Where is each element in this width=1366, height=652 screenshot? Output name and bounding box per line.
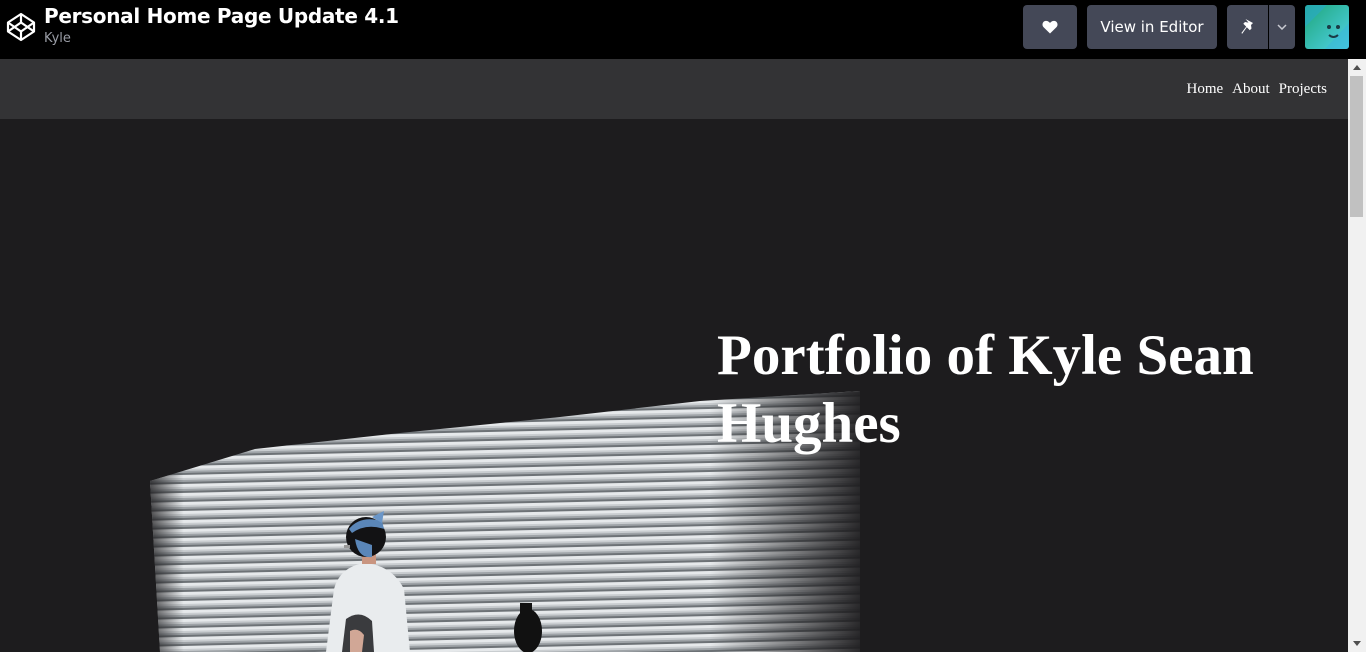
pin-icon xyxy=(1240,19,1253,34)
pen-author[interactable]: Kyle xyxy=(44,31,71,46)
scroll-up-arrow-icon[interactable] xyxy=(1348,59,1366,76)
hero-title: Portfolio of Kyle Sean Hughes xyxy=(717,324,1254,455)
site-navbar: Home About Projects xyxy=(0,59,1348,119)
nav-home-link[interactable]: Home xyxy=(1187,81,1224,98)
codepen-logo-icon[interactable] xyxy=(5,11,37,43)
hero-section: Portfolio of Kyle Sean Hughes xyxy=(0,119,1348,652)
codepen-header: Personal Home Page Update 4.1 Kyle View … xyxy=(0,0,1366,59)
avatar[interactable] xyxy=(1305,5,1349,49)
nav-links: Home About Projects xyxy=(1187,81,1328,98)
heart-button[interactable] xyxy=(1023,5,1077,49)
heart-icon xyxy=(1042,20,1058,34)
vertical-scrollbar[interactable] xyxy=(1348,59,1366,652)
view-in-editor-button[interactable]: View in Editor xyxy=(1087,5,1217,49)
nav-about-link[interactable]: About xyxy=(1232,81,1270,98)
chevron-down-icon xyxy=(1277,24,1287,30)
nav-projects-link[interactable]: Projects xyxy=(1279,81,1327,98)
scrollbar-thumb[interactable] xyxy=(1350,76,1363,217)
pen-preview-frame: Home About Projects Portfolio of Kyle Se… xyxy=(0,59,1366,652)
pin-dropdown-button[interactable] xyxy=(1269,5,1295,49)
scroll-down-arrow-icon[interactable] xyxy=(1348,635,1366,652)
pin-button[interactable] xyxy=(1227,5,1268,49)
pen-title: Personal Home Page Update 4.1 xyxy=(44,4,399,28)
